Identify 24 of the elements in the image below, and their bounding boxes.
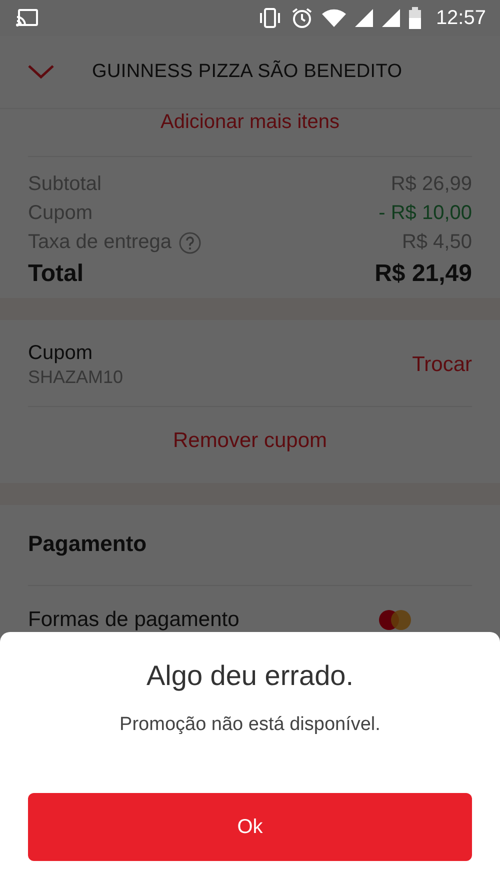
card-logo-icon [378, 609, 412, 631]
coupon-label: Cupom [28, 342, 94, 365]
signal-icon [354, 9, 373, 27]
summary-label: Total [28, 260, 84, 288]
cast-icon [16, 9, 38, 27]
remove-coupon-link[interactable]: Remover cupom [28, 407, 472, 483]
add-items-link[interactable]: Adicionar mais itens [28, 111, 472, 157]
change-coupon-link[interactable]: Trocar [412, 353, 472, 377]
payment-methods-label: Formas de pagamento [28, 608, 240, 632]
store-title: GUINNESS PIZZA SÃO BENEDITO [92, 61, 402, 83]
alarm-icon [290, 7, 313, 29]
vibrate-icon [258, 8, 282, 28]
summary-value: R$ 21,49 [374, 260, 472, 288]
battery-icon [408, 7, 421, 29]
chevron-down-icon[interactable] [28, 65, 54, 79]
summary-value: - R$ 10,00 [378, 202, 472, 225]
ok-button[interactable]: Ok [28, 793, 472, 861]
signal-icon [382, 9, 400, 27]
wifi-icon [322, 9, 346, 27]
alert-message: Promoção não está disponível. [120, 714, 380, 736]
clock-time: 12:57 [436, 6, 486, 30]
help-icon[interactable] [179, 232, 202, 254]
alert-title: Algo deu errado. [146, 660, 354, 692]
payment-heading: Pagamento [28, 505, 472, 586]
